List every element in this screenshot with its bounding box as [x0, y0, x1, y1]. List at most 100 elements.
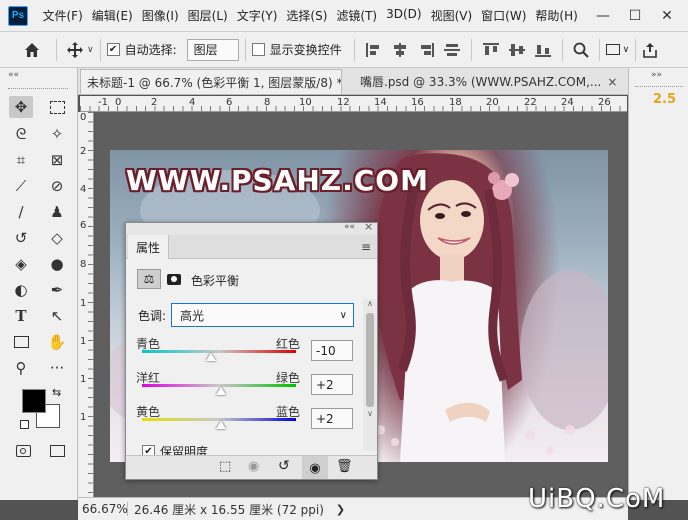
- panel-collapse-icon[interactable]: »»: [651, 70, 662, 80]
- yellow-blue-input[interactable]: +2: [311, 408, 353, 429]
- menu-bar: Ps 文件(F) 编辑(E) 图像(I) 图层(L) 文字(Y) 选择(S) 滤…: [0, 0, 688, 32]
- menu-3d[interactable]: 3D(D): [382, 7, 426, 24]
- tab-label: 未标题-1 @ 66.7% (色彩平衡 1, 图层蒙版/8) *: [87, 75, 342, 90]
- scrollbar-up-icon[interactable]: ∧: [363, 299, 377, 311]
- align-top-icon[interactable]: [365, 42, 382, 57]
- distribute-vcenter-icon[interactable]: [508, 43, 525, 57]
- healing-brush-tool-icon[interactable]: ⊘: [45, 175, 69, 197]
- show-transform-checkbox[interactable]: [251, 43, 265, 56]
- tab-lips-psd[interactable]: 嘴唇.psd @ 33.3% (WWW.PSAHZ.COM,... ×: [354, 69, 628, 94]
- magenta-green-input[interactable]: +2: [311, 374, 353, 395]
- more-tools-icon[interactable]: ···: [45, 357, 69, 379]
- tone-value: 高光: [180, 308, 205, 323]
- distribute-top-icon[interactable]: [482, 42, 499, 57]
- ruler-tick: 2: [80, 146, 87, 157]
- status-arrow-icon[interactable]: ❯: [336, 503, 345, 516]
- crop-tool-icon[interactable]: ⌗: [9, 149, 33, 171]
- menu-image[interactable]: 图像(I): [137, 7, 183, 24]
- separator: [470, 38, 472, 61]
- maximize-button[interactable]: ☐: [628, 8, 642, 24]
- yellow-blue-slider-thumb[interactable]: [215, 421, 226, 429]
- type-tool-icon[interactable]: T: [9, 305, 33, 327]
- marquee-tool-icon[interactable]: [45, 96, 69, 118]
- tab-properties[interactable]: 属性: [128, 235, 170, 259]
- workspace-button[interactable]: ∨: [605, 44, 629, 55]
- move-tool-icon[interactable]: ✥: [9, 96, 33, 118]
- share-icon[interactable]: [642, 42, 658, 58]
- panel-scrollbar[interactable]: ∧ ∨: [363, 299, 377, 451]
- quick-mask-icon[interactable]: [11, 440, 35, 462]
- visibility-eye-icon[interactable]: ◉: [302, 456, 328, 479]
- zoom-level[interactable]: 66.67%: [82, 502, 128, 516]
- search-icon[interactable]: [573, 42, 589, 58]
- menu-type[interactable]: 文字(Y): [232, 7, 282, 24]
- move-icon: [67, 41, 83, 58]
- watermark-text: WWW.PSAHZ.COM: [126, 164, 429, 197]
- ruler-horizontal: -1 0 2 4 6 8 10 12 14 16 18 20 22 24 26: [80, 96, 627, 112]
- stamp-tool-icon[interactable]: ♟: [45, 201, 69, 223]
- eyedropper-tool-icon[interactable]: ⟋: [9, 175, 33, 197]
- panel-collapse-icon[interactable]: ««: [344, 223, 355, 232]
- cyan-red-track[interactable]: [142, 350, 296, 353]
- hand-tool-icon[interactable]: ✋: [45, 331, 69, 353]
- menu-view[interactable]: 视图(V): [426, 7, 477, 24]
- align-left-icon[interactable]: [443, 43, 460, 57]
- document-tabs: 未标题-1 @ 66.7% (色彩平衡 1, 图层蒙版/8) * × 嘴唇.ps…: [0, 68, 688, 95]
- document-info: 26.46 厘米 x 16.55 厘米 (72 ppi): [134, 502, 324, 517]
- history-brush-tool-icon[interactable]: ↺: [9, 227, 33, 249]
- distribute-bottom-icon[interactable]: [534, 43, 551, 57]
- path-selection-tool-icon[interactable]: ↖: [45, 305, 69, 327]
- menu-window[interactable]: 窗口(W): [477, 7, 531, 24]
- panel-menu-icon[interactable]: ≡: [361, 240, 371, 254]
- scrollbar-down-icon[interactable]: ∨: [363, 409, 377, 421]
- panel-close-icon[interactable]: ×: [364, 223, 373, 233]
- eraser-tool-icon[interactable]: ◇: [45, 227, 69, 249]
- auto-select-dropdown[interactable]: 图层: [186, 38, 239, 61]
- home-button[interactable]: [14, 36, 50, 64]
- menu-filter[interactable]: 滤镜(T): [332, 7, 382, 24]
- magenta-green-slider-thumb[interactable]: [215, 387, 226, 395]
- chevron-down-icon: ∨: [339, 309, 347, 321]
- dodge-tool-icon[interactable]: ◐: [9, 279, 33, 301]
- cyan-red-slider-thumb[interactable]: [206, 353, 217, 361]
- brush-tool-icon[interactable]: ∕: [9, 201, 33, 223]
- blur-tool-icon[interactable]: ●: [45, 253, 69, 275]
- paint-bucket-tool-icon[interactable]: ◈: [9, 253, 33, 275]
- frame-tool-icon[interactable]: ⊠: [45, 149, 69, 171]
- panel-collapse-icon[interactable]: ««: [8, 70, 19, 80]
- menu-file[interactable]: 文件(F): [38, 7, 87, 24]
- pen-tool-icon[interactable]: ✒: [45, 279, 69, 301]
- show-transform-label: 显示变换控件: [269, 43, 342, 57]
- tab-untitled[interactable]: 未标题-1 @ 66.7% (色彩平衡 1, 图层蒙版/8) * ×: [80, 69, 342, 94]
- clip-to-layer-icon[interactable]: ⬚: [219, 459, 231, 474]
- minimize-button[interactable]: —: [596, 8, 610, 24]
- cyan-red-input[interactable]: -10: [311, 340, 353, 361]
- align-vcenter-icon[interactable]: [392, 42, 408, 57]
- reset-icon[interactable]: ↺: [278, 458, 290, 474]
- screen-mode-icon[interactable]: [45, 440, 69, 462]
- scrollbar-thumb[interactable]: [366, 313, 374, 407]
- zoom-tool-icon[interactable]: ⚲: [9, 357, 33, 379]
- tone-dropdown[interactable]: 高光 ∨: [171, 303, 354, 327]
- menu-edit[interactable]: 编辑(E): [87, 7, 137, 24]
- delete-icon[interactable]: 🗑: [336, 459, 353, 474]
- rectangle-tool-icon[interactable]: [9, 331, 33, 353]
- swap-colors-icon[interactable]: ⇆: [52, 386, 61, 399]
- auto-select-checkbox[interactable]: ✔: [106, 43, 120, 56]
- close-button[interactable]: ✕: [660, 8, 674, 24]
- move-tool-preset[interactable]: ∨: [67, 41, 94, 58]
- view-previous-icon[interactable]: ◉: [248, 459, 259, 474]
- ruler-tick: 1: [80, 374, 87, 385]
- layer-mask-icon[interactable]: [164, 269, 184, 289]
- lasso-tool-icon[interactable]: ᘓ: [9, 123, 33, 145]
- home-icon: [25, 42, 39, 57]
- menu-select[interactable]: 选择(S): [282, 7, 332, 24]
- magic-wand-tool-icon[interactable]: ✧: [45, 123, 69, 145]
- ruler-tick: 8: [80, 259, 87, 270]
- close-icon[interactable]: ×: [607, 75, 617, 89]
- menu-layer[interactable]: 图层(L): [183, 7, 232, 24]
- align-bottom-icon[interactable]: [418, 42, 434, 57]
- foreground-color-swatch[interactable]: [22, 389, 46, 413]
- default-colors-icon[interactable]: [20, 420, 29, 429]
- menu-help[interactable]: 帮助(H): [531, 7, 582, 24]
